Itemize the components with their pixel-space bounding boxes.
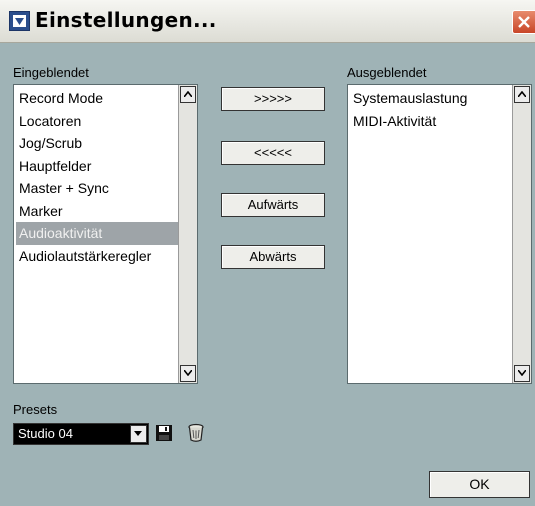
list-item[interactable]: Jog/Scrub [16,132,179,155]
list-item[interactable]: Hauptfelder [16,155,179,178]
chevron-up-icon [518,91,526,97]
scroll-down-button[interactable] [180,365,196,382]
hidden-list-label: Ausgeblendet [347,65,427,80]
hidden-list-scrollbar[interactable] [512,85,531,383]
list-item[interactable]: Marker [16,200,179,223]
trash-icon[interactable] [187,423,205,442]
ok-button[interactable]: OK [429,471,530,498]
list-item[interactable]: Audiolautstärkeregler [16,245,179,268]
visible-list-label: Eingeblendet [13,65,89,80]
app-icon [9,11,30,31]
chevron-down-icon [518,370,526,376]
move-up-button[interactable]: Aufwärts [221,193,325,217]
chevron-down-icon [184,370,192,376]
floppy-disk-icon[interactable] [155,424,173,442]
move-down-button[interactable]: Abwärts [221,245,325,269]
hidden-list[interactable]: Systemauslastung MIDI-Aktivität [347,84,532,384]
list-item[interactable]: Audioaktivität [16,222,179,245]
close-icon[interactable] [512,10,535,34]
chevron-down-icon [134,431,142,436]
scroll-up-button[interactable] [180,86,196,103]
scroll-down-button[interactable] [514,365,530,382]
list-item[interactable]: Master + Sync [16,177,179,200]
visible-list-scrollbar[interactable] [178,85,197,383]
window-title: Einstellungen... [35,8,217,32]
list-item[interactable]: Systemauslastung [350,87,513,110]
visible-list[interactable]: Record Mode Locatoren Jog/Scrub Hauptfelder… [13,84,198,384]
move-to-hidden-button[interactable]: >>>>> [221,87,325,111]
presets-label: Presets [13,402,58,417]
dropdown-arrow[interactable] [130,425,147,443]
move-to-visible-button[interactable]: <<<<< [221,141,325,165]
list-item[interactable]: Record Mode [16,87,179,110]
presets-dropdown[interactable]: Studio 04 [13,423,149,445]
presets-value: Studio 04 [18,426,73,441]
scroll-up-button[interactable] [514,86,530,103]
title-bar: Einstellungen... [0,0,535,43]
chevron-up-icon [184,91,192,97]
list-item[interactable]: MIDI-Aktivität [350,110,513,133]
list-item[interactable]: Locatoren [16,110,179,133]
